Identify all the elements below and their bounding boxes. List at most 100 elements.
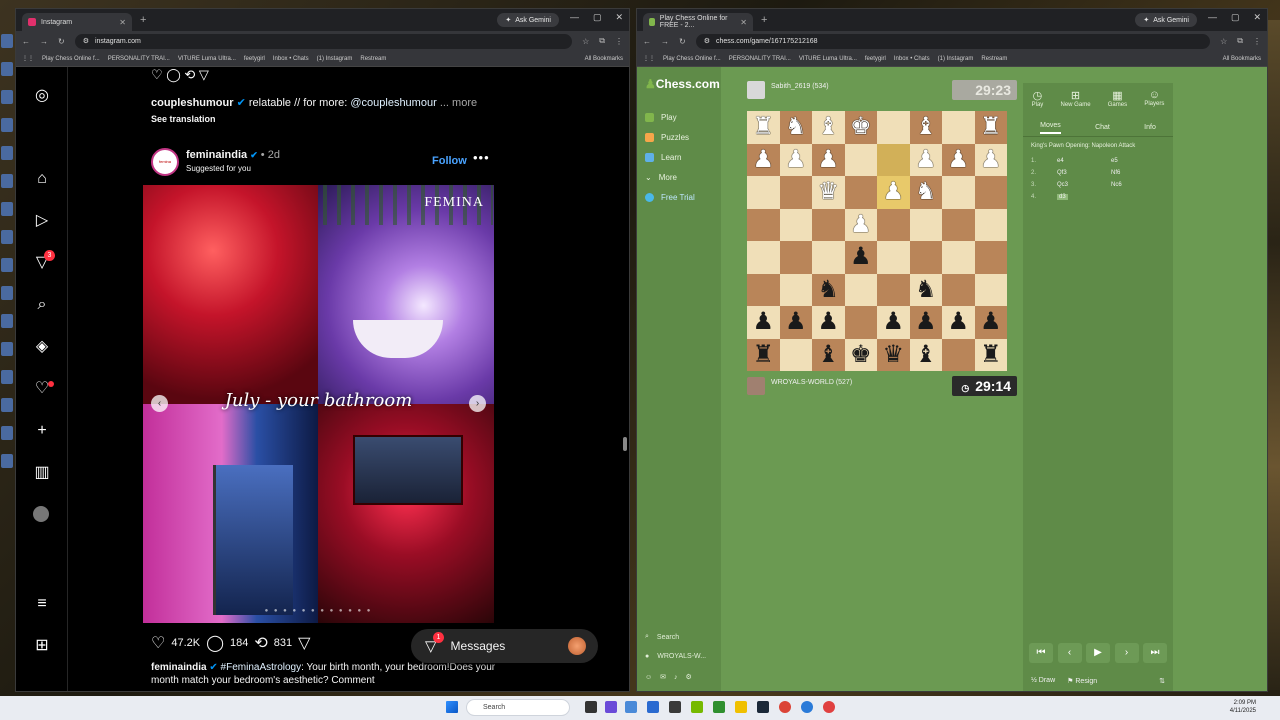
site-info-icon[interactable]: ⚙: [704, 37, 710, 45]
bookmark-item[interactable]: Play Chess Online f...: [42, 56, 100, 62]
board-square[interactable]: [942, 241, 975, 274]
bookmark-item[interactable]: Play Chess Online f...: [663, 56, 721, 62]
board-square[interactable]: [844, 273, 877, 306]
flip-board-icon[interactable]: ⇅: [1159, 677, 1165, 685]
white-rook-icon[interactable]: ♜: [980, 113, 1002, 140]
next-move-icon[interactable]: ›: [1114, 643, 1139, 663]
white-king-icon[interactable]: ♚: [850, 113, 872, 140]
follow-button[interactable]: Follow: [432, 155, 467, 167]
app-icon[interactable]: [713, 701, 725, 713]
board-square[interactable]: [844, 143, 877, 176]
board-square[interactable]: [747, 208, 780, 241]
post-carousel-image[interactable]: FEMINA July - your bathroom ‹ › ● ● ● ● …: [143, 185, 494, 623]
board-square[interactable]: ♟: [909, 143, 942, 176]
carousel-next-icon[interactable]: ›: [469, 395, 486, 412]
white-queen-icon[interactable]: ♛: [817, 178, 839, 205]
board-square[interactable]: ♟: [812, 143, 845, 176]
desktop-shortcut-icon[interactable]: [1, 118, 13, 132]
white-pawn-icon[interactable]: ♟: [980, 146, 1002, 173]
board-square[interactable]: ♛: [877, 338, 910, 371]
play-move-icon[interactable]: ▶: [1086, 643, 1110, 663]
comment-icon[interactable]: ◯: [206, 633, 224, 653]
white-pawn-icon[interactable]: ♟: [882, 178, 904, 205]
desktop-shortcut-icon[interactable]: [1, 146, 13, 160]
black-pawn-icon[interactable]: ♟: [980, 308, 1002, 335]
board-square[interactable]: ♟: [844, 241, 877, 274]
carousel-prev-icon[interactable]: ‹: [151, 395, 168, 412]
move-black[interactable]: e5: [1111, 158, 1151, 164]
white-pawn-icon[interactable]: ♟: [752, 146, 774, 173]
board-square[interactable]: ♟: [909, 306, 942, 339]
board-square[interactable]: [942, 273, 975, 306]
black-knight-icon[interactable]: ♞: [817, 276, 839, 303]
board-square[interactable]: [779, 273, 812, 306]
board-square[interactable]: [779, 208, 812, 241]
board-square[interactable]: [877, 241, 910, 274]
reload-icon[interactable]: ↻: [58, 37, 65, 46]
nvidia-icon[interactable]: [691, 701, 703, 713]
board-square[interactable]: ♞: [909, 273, 942, 306]
board-square[interactable]: [812, 241, 845, 274]
tab-moves[interactable]: Moves: [1040, 122, 1061, 134]
bookmark-item[interactable]: (1) Instagram: [938, 56, 974, 62]
board-square[interactable]: ♚: [844, 338, 877, 371]
board-square[interactable]: [779, 176, 812, 209]
board-square[interactable]: [812, 208, 845, 241]
nav-free-trial[interactable]: Free Trial: [645, 193, 695, 202]
chess-board[interactable]: ♜ ♞ ♝ ♚ ♝ ♜ ♟ ♟ ♟ ♟ ♟ ♟ ♛ ♟ ♞ ♟ ♟ ♞ ♞ ♟ ♟ ♟ ♟ ♟ ♟ ♟ ♜ ♝ ♚ ♛ ♝ ♜: [747, 111, 1007, 371]
ask-gemini-button[interactable]: ✦ Ask Gemini: [497, 13, 559, 27]
desktop-shortcut-icon[interactable]: [1, 426, 13, 440]
dashboard-icon[interactable]: ▥: [33, 464, 51, 482]
board-square[interactable]: [974, 176, 1007, 209]
start-icon[interactable]: [446, 701, 458, 713]
white-pawn-icon[interactable]: ♟: [785, 146, 807, 173]
more-menu-icon[interactable]: ≡: [33, 595, 51, 613]
board-square[interactable]: [942, 338, 975, 371]
user-row[interactable]: ● WROYALS-W...: [645, 653, 706, 660]
bookmark-item[interactable]: VITURE Luma Ultra...: [178, 56, 236, 62]
white-pawn-icon[interactable]: ♟: [817, 146, 839, 173]
board-square[interactable]: [877, 208, 910, 241]
board-square[interactable]: ♜: [974, 338, 1007, 371]
extensions-icon[interactable]: ⧉: [599, 36, 605, 46]
post-options-icon[interactable]: •••: [473, 150, 490, 165]
board-square[interactable]: [877, 143, 910, 176]
apps-icon[interactable]: ⋮⋮: [22, 55, 34, 62]
system-tray-clock[interactable]: 2:09 PM 4/11/2025: [1230, 699, 1256, 715]
board-square[interactable]: ♟: [844, 208, 877, 241]
desktop-shortcut-icon[interactable]: [1, 258, 13, 272]
board-square[interactable]: [974, 241, 1007, 274]
page-scrollbar[interactable]: [623, 437, 627, 451]
desktop-shortcut-icon[interactable]: [1, 454, 13, 468]
board-square[interactable]: [942, 176, 975, 209]
ask-gemini-button[interactable]: ✦ Ask Gemini: [1135, 13, 1197, 27]
desktop-shortcut-icon[interactable]: [1, 398, 13, 412]
board-square[interactable]: ♝: [909, 111, 942, 144]
move-white[interactable]: Qf3: [1057, 170, 1097, 176]
instagram-logo-icon[interactable]: ◎: [33, 87, 51, 105]
move-white[interactable]: Qc3: [1057, 182, 1097, 188]
minimize-icon[interactable]: —: [570, 12, 579, 23]
desktop-shortcut-icon[interactable]: [1, 370, 13, 384]
steam-icon[interactable]: [757, 701, 769, 713]
back-icon[interactable]: ←: [22, 37, 30, 46]
black-bishop-icon[interactable]: ♝: [817, 341, 839, 368]
black-pawn-icon[interactable]: ♟: [785, 308, 807, 335]
back-icon[interactable]: ←: [643, 37, 651, 46]
site-info-icon[interactable]: ⚙: [83, 37, 89, 45]
bookmark-item[interactable]: Inbox • Chats: [894, 56, 930, 62]
board-square[interactable]: [942, 208, 975, 241]
url-field[interactable]: ⚙ chess.com/game/167175212168: [695, 33, 1211, 49]
share-icon[interactable]: ▽: [298, 633, 310, 653]
board-square[interactable]: [877, 273, 910, 306]
black-pawn-icon[interactable]: ♟: [882, 308, 904, 335]
board-square[interactable]: ♞: [812, 273, 845, 306]
white-knight-icon[interactable]: ♞: [915, 178, 937, 205]
search-icon[interactable]: ⌕: [33, 296, 51, 314]
board-square[interactable]: ♝: [909, 338, 942, 371]
white-bishop-icon[interactable]: ♝: [817, 113, 839, 140]
caption-username[interactable]: feminaindia: [151, 662, 207, 673]
task-view-icon[interactable]: [585, 701, 597, 713]
desktop-shortcut-icon[interactable]: [1, 342, 13, 356]
tab-info[interactable]: Info: [1144, 124, 1156, 131]
